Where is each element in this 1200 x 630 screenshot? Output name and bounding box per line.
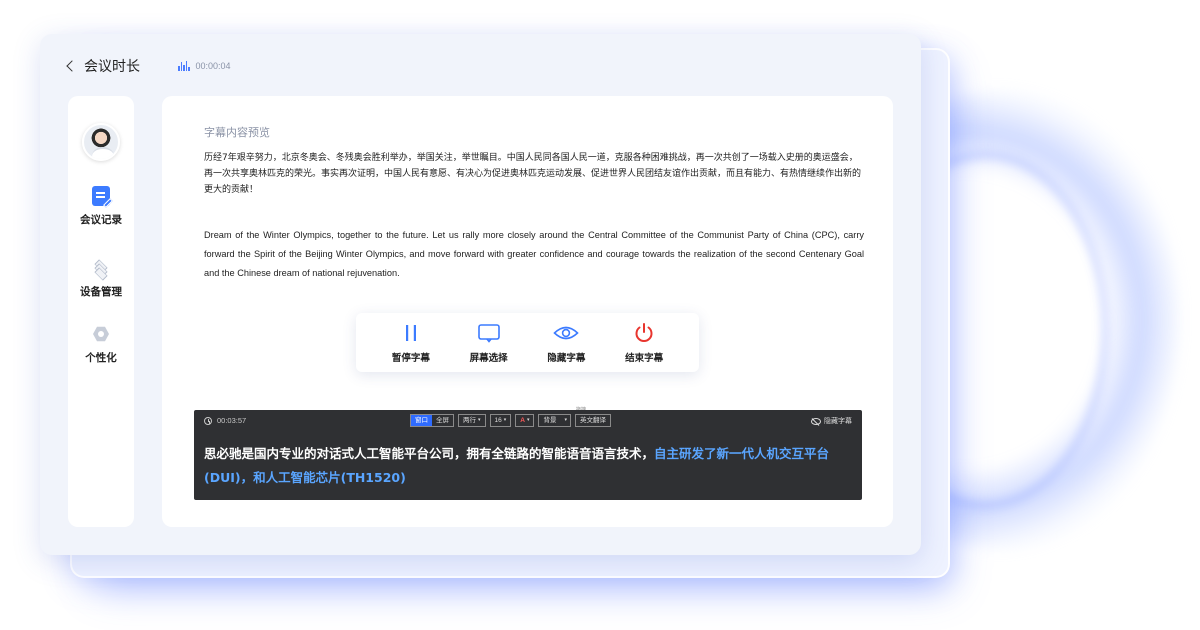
sidebar-item-personalization[interactable]: 个性化: [68, 324, 134, 365]
hide-subtitle-toggle[interactable]: 隐藏字幕: [811, 416, 852, 426]
meeting-duration: 00:00:04: [178, 61, 231, 71]
eye-icon: [536, 322, 596, 344]
sidebar-item-meeting-notes[interactable]: 会议记录: [68, 186, 134, 227]
subtitle-time: 00:03:57: [217, 416, 247, 425]
sidebar-item-label: 会议记录: [80, 214, 122, 226]
power-icon: [614, 322, 674, 344]
back-arrow-icon[interactable]: [64, 59, 78, 73]
english-translate-button[interactable]: 英文翻译: [575, 414, 611, 427]
preview-chinese-text: 历经7年艰辛努力，北京冬奥会、冬残奥会胜利举办，举国关注，举世瞩目。中国人民同各…: [204, 153, 862, 195]
font-size-select[interactable]: 16 ▾: [489, 414, 512, 427]
notes-icon: [91, 186, 111, 206]
font-size-value: 16: [494, 417, 502, 424]
lines-select-value: 两行: [463, 417, 476, 424]
subtitle-text-main: 思必驰是国内专业的对话式人工智能平台公司，拥有全链路的智能语音语言技术，: [204, 446, 655, 461]
app-window: 会议时长 00:00:04 会议记录 设备管理 个性化 字幕内容预览 历经7年艰: [40, 34, 921, 555]
background-select[interactable]: 背景 ▾: [538, 414, 571, 427]
sidebar-item-device-management[interactable]: 设备管理: [68, 258, 134, 299]
chevron-down-icon: ▾: [503, 417, 507, 423]
layers-icon: [91, 258, 111, 281]
end-subtitle-button[interactable]: 结束字幕: [614, 322, 674, 364]
mode-fullscreen-button[interactable]: 全屏: [432, 415, 453, 426]
chevron-down-icon: ▾: [564, 417, 567, 423]
sidebar: 会议记录 设备管理 个性化: [68, 96, 134, 527]
eye-off-icon: [811, 417, 821, 425]
hide-subtitle-label: 隐藏字幕: [547, 352, 586, 364]
clock-icon: [204, 416, 212, 425]
mode-window-button[interactable]: 窗口: [411, 415, 432, 426]
screen-select-button[interactable]: 屏幕选择: [459, 322, 519, 364]
sidebar-item-label: 个性化: [85, 352, 117, 364]
live-subtitle-text: 思必驰是国内专业的对话式人工智能平台公司，拥有全链路的智能语音语言技术，自主研发…: [204, 442, 854, 490]
chevron-down-icon: ▾: [478, 417, 481, 423]
hide-subtitle-button[interactable]: 隐藏字幕: [536, 322, 596, 364]
pause-subtitle-label: 暂停字幕: [391, 352, 430, 364]
duration-value: 00:00:04: [195, 61, 231, 71]
end-subtitle-label: 结束字幕: [625, 352, 664, 364]
hide-subtitle-toggle-label: 隐藏字幕: [824, 418, 852, 425]
background-select-value: 背景: [543, 417, 557, 424]
subtitle-tools: 窗口 全屏 两行 ▾ 16 ▾ A ▾ 背景 ▾ 英文翻译: [410, 414, 611, 427]
avatar[interactable]: [82, 123, 120, 161]
subtitle-controls: 暂停字幕 屏幕选择 隐藏字幕 结束字幕: [356, 313, 699, 372]
page-title: 会议时长: [84, 58, 140, 74]
subtitle-toolbar: 00:03:57 窗口 全屏 两行 ▾ 16 ▾ A ▾ 背景 ▾ 英文翻译 隐…: [194, 410, 862, 432]
preview-english-text: Dream of the Winter Olympics, together t…: [204, 230, 864, 278]
font-color-icon: A: [520, 417, 525, 424]
lines-select[interactable]: 两行 ▾: [458, 414, 486, 427]
font-color-select[interactable]: A ▾: [515, 414, 535, 427]
sidebar-item-label: 设备管理: [80, 286, 122, 298]
audio-wave-icon: [178, 61, 190, 71]
hexagon-icon: [91, 324, 111, 344]
display-mode-toggle: 窗口 全屏: [410, 414, 454, 427]
pause-subtitle-button[interactable]: 暂停字幕: [381, 322, 441, 364]
screen-icon: [459, 322, 519, 344]
subtitle-bar: 00:03:57 窗口 全屏 两行 ▾ 16 ▾ A ▾ 背景 ▾ 英文翻译 隐…: [194, 410, 862, 500]
chevron-down-icon: ▾: [526, 417, 530, 423]
preview-title: 字幕内容预览: [204, 127, 270, 139]
screen-select-label: 屏幕选择: [469, 352, 508, 364]
top-bar: 会议时长 00:00:04: [64, 56, 231, 76]
subtitle-timer: 00:03:57: [204, 416, 246, 425]
pause-icon: [381, 322, 441, 344]
